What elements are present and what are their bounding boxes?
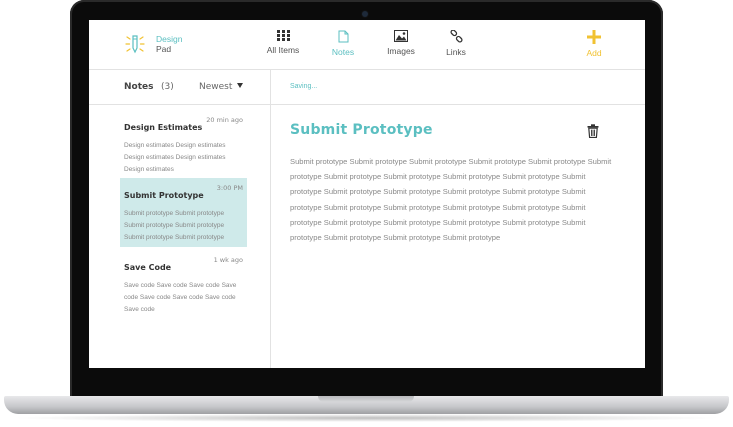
save-status: Saving... xyxy=(290,83,318,90)
nav-images-label: Images xyxy=(387,46,415,56)
note-time: 20 min ago xyxy=(206,116,243,124)
note-body-field[interactable]: Submit prototype Submit prototype Submit… xyxy=(290,154,615,245)
laptop-notch xyxy=(318,396,414,402)
document-icon xyxy=(338,30,348,43)
top-nav-bar: Design Pad All Items Notes Images Links … xyxy=(89,20,645,70)
notes-sidebar: Notes (3) Newest Design Estimates 20 min… xyxy=(89,70,271,368)
note-editor: Saving... Submit Prototype Submit protot… xyxy=(271,70,645,368)
nav-all-items-label: All Items xyxy=(266,45,300,55)
grid-icon xyxy=(276,30,290,41)
note-preview: Design estimates Design estimates Design… xyxy=(124,142,226,173)
note-title: Submit Prototype xyxy=(124,191,204,200)
note-title: Save Code xyxy=(124,263,172,272)
nav-images[interactable]: Images xyxy=(383,30,419,62)
note-preview: Save code Save code Save code Save code … xyxy=(124,282,237,313)
nav-notes[interactable]: Notes xyxy=(325,30,361,62)
note-preview: Submit prototype Submit prototype Submit… xyxy=(124,210,225,241)
editor-status-bar: Saving... xyxy=(271,70,645,105)
note-time: 1 wk ago xyxy=(213,256,243,264)
app-logo[interactable]: Design Pad xyxy=(125,33,195,59)
note-title-field[interactable]: Submit Prototype xyxy=(290,122,433,138)
nav-links-label: Links xyxy=(446,47,466,57)
nav-notes-label: Notes xyxy=(331,47,355,57)
note-title: Design Estimates xyxy=(124,123,203,132)
add-label: Add xyxy=(586,48,602,58)
notes-list-header: Notes (3) Newest xyxy=(89,70,270,105)
note-item-save-code[interactable]: Save Code 1 wk ago Save code Save code S… xyxy=(120,250,247,313)
trash-icon[interactable] xyxy=(586,124,600,138)
notes-list-title: Notes xyxy=(124,82,154,92)
caret-down-icon xyxy=(237,83,244,88)
note-item-submit-prototype[interactable]: Submit Prototype 3:00 PM Submit prototyp… xyxy=(120,178,247,247)
link-icon xyxy=(449,30,463,43)
app-screen: Design Pad All Items Notes Images Links … xyxy=(89,20,645,368)
pencil-logo-icon xyxy=(125,35,145,54)
logo-text-design: Design xyxy=(156,34,183,44)
add-button[interactable]: Add xyxy=(580,30,608,62)
nav-all-items[interactable]: All Items xyxy=(263,30,303,62)
laptop-shadow xyxy=(10,414,723,422)
sort-label: Newest xyxy=(199,82,233,92)
note-item-design-estimates[interactable]: Design Estimates 20 min ago Design estim… xyxy=(120,110,247,173)
logo-text-pad: Pad xyxy=(156,44,172,54)
note-time: 3:00 PM xyxy=(216,184,243,192)
sort-dropdown[interactable]: Newest xyxy=(199,82,244,92)
webcam xyxy=(362,11,368,17)
plus-icon xyxy=(587,30,601,44)
notes-count: (3) xyxy=(161,82,174,92)
image-icon xyxy=(394,30,408,42)
nav-links[interactable]: Links xyxy=(440,30,472,62)
